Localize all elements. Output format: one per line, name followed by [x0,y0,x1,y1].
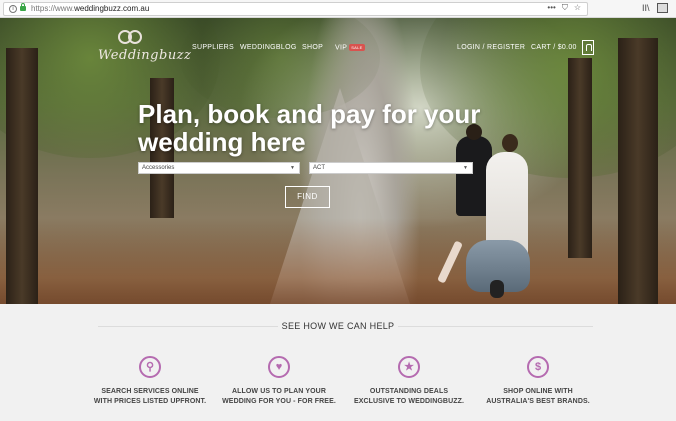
nav-wedding-blog[interactable]: WEDDINGBLOG [240,44,297,51]
pocket-icon[interactable]: ⛉ [562,3,568,13]
dollar-icon: $ [527,356,549,378]
chevron-down-icon: ▼ [463,165,468,171]
nav-vip-label: VIP [335,44,348,52]
site-logo[interactable]: Weddingbuzz [98,30,191,70]
state-select[interactable]: ACT ▼ [309,162,473,174]
nav-shop[interactable]: SHOP [302,44,323,51]
feature-search-text: SEARCH SERVICES ONLINE WITH PRICES LISTE… [93,388,207,405]
hero-headline: Plan, book and pay for your wedding here [138,99,481,157]
shopping-bag-icon[interactable] [582,40,594,55]
heart-icon: ♥ [268,356,290,378]
feature-plan-text: ALLOW US TO PLAN YOUR WEDDING FOR YOU - … [222,388,336,405]
service-select[interactable]: Accessories ▼ [138,162,300,174]
library-icon[interactable]: II\ [642,3,650,13]
url-text[interactable]: https://www.weddingbuzz.com.au [31,4,149,13]
info-icon[interactable]: i [9,5,17,13]
feature-shop-text: SHOP ONLINE WITH AUSTRALIA'S BEST BRANDS… [486,388,590,405]
sidebar-icon[interactable] [657,3,668,13]
rings-icon [116,30,146,46]
find-button[interactable]: FIND [285,186,330,208]
help-title: SEE HOW WE CAN HELP [281,321,395,331]
nav-login-register[interactable]: LOGIN / REGISTER [457,44,525,51]
sale-badge: SALE [349,44,365,51]
address-bar[interactable]: i https://www.weddingbuzz.com.au ••• ⛉ ☆ [3,2,588,16]
search-icon: ⚲ [139,356,161,378]
nav-suppliers[interactable]: SUPPLIERS [192,44,234,51]
star-icon: ★ [398,356,420,378]
nav-vip[interactable]: VIP SALE [335,44,365,51]
page-actions-icon[interactable]: ••• [547,3,555,13]
feature-deals-text: OUTSTANDING DEALS EXCLUSIVE TO WEDDINGBU… [353,388,465,405]
couple-on-scooter-image [437,124,534,304]
chevron-down-icon: ▼ [290,165,295,171]
browser-toolbar: i https://www.weddingbuzz.com.au ••• ⛉ ☆… [0,0,676,18]
bookmark-star-icon[interactable]: ☆ [574,3,581,13]
nav-cart[interactable]: CART / $0.00 [531,44,577,51]
lock-icon [20,3,26,11]
